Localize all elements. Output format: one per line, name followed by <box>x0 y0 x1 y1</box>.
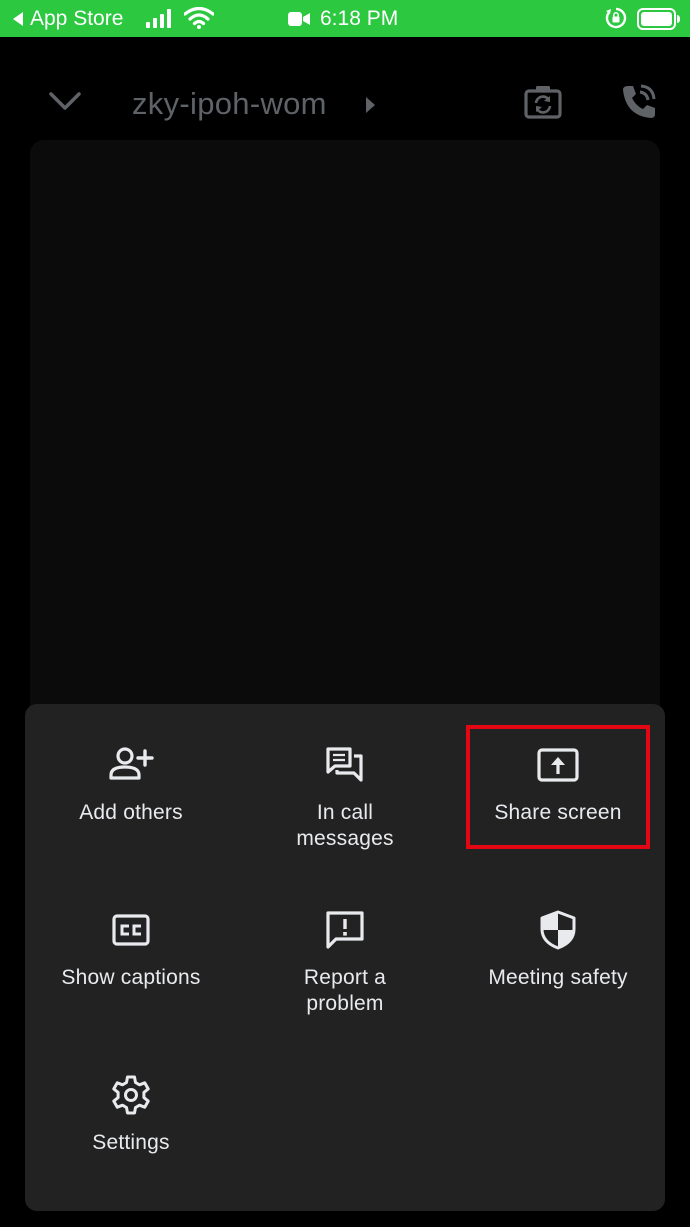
audio-call-icon[interactable] <box>618 82 658 122</box>
in-call-messages-line-1: In call <box>316 801 374 824</box>
battery-icon <box>637 8 680 30</box>
back-triangle-icon <box>13 12 23 26</box>
signal-bars-icon <box>146 9 171 28</box>
meeting-safety-label: Meeting safety <box>488 966 628 989</box>
in-call-messages-line-2: messages <box>296 827 394 850</box>
status-bar: App Store 6:18 PM <box>0 0 690 37</box>
shield-icon <box>540 910 576 950</box>
call-header: zky-ipoh-wom <box>0 70 690 140</box>
in-call-messages-button[interactable]: In call messages <box>239 744 451 852</box>
orientation-lock-icon <box>605 7 627 29</box>
add-person-icon <box>109 747 154 780</box>
gear-icon <box>112 1075 150 1115</box>
show-captions-label: Show captions <box>61 966 201 989</box>
chevron-down-icon[interactable] <box>48 90 82 112</box>
report-problem-label: Report a problem <box>239 965 451 1017</box>
report-problem-button[interactable]: Report a problem <box>239 909 451 1017</box>
back-app-label: App Store <box>30 7 124 30</box>
switch-camera-icon[interactable] <box>524 84 562 120</box>
closed-captions-icon <box>112 914 150 946</box>
status-time: 6:18 PM <box>320 7 399 30</box>
video-camera-icon <box>288 12 310 26</box>
report-problem-line-2: problem <box>306 992 384 1015</box>
video-preview-area <box>30 140 660 720</box>
add-others-label: Add others <box>79 801 183 824</box>
caret-right-icon[interactable] <box>364 96 376 114</box>
settings-label: Settings <box>92 1131 170 1154</box>
report-problem-line-1: Report a <box>303 966 387 989</box>
add-others-button[interactable]: Add others <box>25 744 237 826</box>
in-call-messages-label: In call messages <box>239 800 451 852</box>
status-time-group: 6:18 PM <box>288 8 398 30</box>
settings-button[interactable]: Settings <box>25 1074 237 1156</box>
share-screen-highlight <box>466 725 650 849</box>
show-captions-button[interactable]: Show captions <box>25 909 237 991</box>
meeting-safety-button[interactable]: Meeting safety <box>452 909 664 991</box>
wifi-icon <box>184 7 214 29</box>
report-feedback-icon <box>326 911 364 949</box>
meet-call-screen: App Store 6:18 PM zky-ipoh-wom Add other… <box>0 0 690 1227</box>
back-to-app-link[interactable]: App Store <box>12 8 123 30</box>
meeting-title[interactable]: zky-ipoh-wom <box>132 86 327 122</box>
chat-bubbles-icon <box>326 747 363 782</box>
